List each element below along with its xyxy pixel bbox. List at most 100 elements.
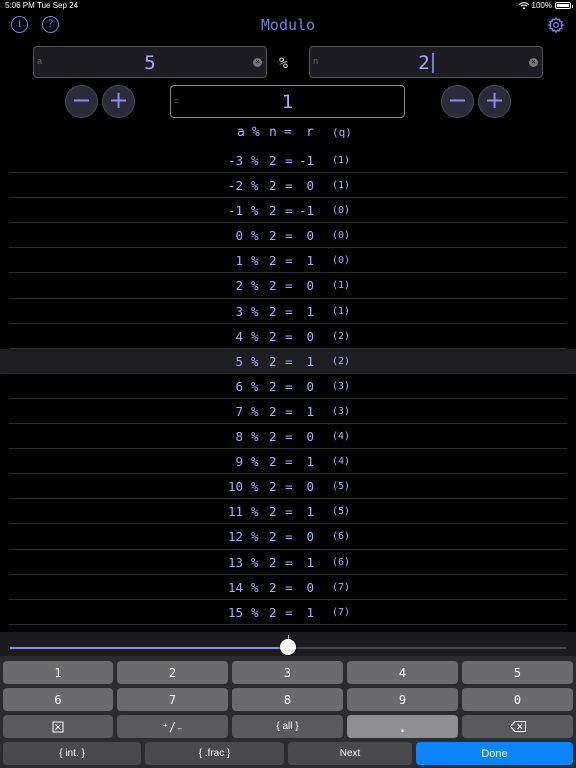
decrement-n-button[interactable]: − [441,85,474,118]
row-r: 1 [306,554,314,570]
results-list[interactable]: -3% 2 = -1 (1) -2% 2 = 0 (1) -1% 2 = -1 (0) 0% 2 = 0 (0) 1% 2… [0,148,576,626]
backspace-key[interactable] [462,715,573,738]
row-n: 2 [269,203,277,219]
fraction-part-key[interactable]: { .frac } [145,742,284,765]
slider-thumb[interactable] [280,639,296,655]
list-row[interactable]: 8% 2 = 0 (4) [0,424,576,450]
select-all-key[interactable]: { all } [232,715,343,738]
n-field[interactable]: n 2 × [309,46,543,78]
row-n: 2 [269,504,277,520]
key-2[interactable]: 2 [117,661,228,684]
list-row[interactable]: 9% 2 = 1 (4) [0,449,576,475]
row-eq: = [285,529,293,545]
row-q: (5) [332,506,351,518]
row-eq: = [285,454,293,470]
row-r: 1 [306,454,314,470]
row-r: 0 [306,378,314,394]
list-row[interactable]: -1% 2 = -1 (0) [0,198,576,224]
clear-key[interactable] [3,715,113,738]
row-a: 5 [235,353,243,369]
col-n: n [269,125,277,140]
list-row[interactable]: 3% 2 = 1 (1) [0,299,576,324]
row-a: 4 [235,328,243,344]
key-9[interactable]: 9 [347,688,458,711]
row-r: -1 [298,153,314,168]
list-row[interactable]: 6% 2 = 0 (3) [0,374,576,400]
col-eq: = [284,125,292,140]
col-r: r [306,125,314,140]
list-row[interactable]: 4% 2 = 0 (2) [0,324,576,349]
next-key[interactable]: Next [288,742,412,765]
slider-fill [10,647,288,649]
clear-n-icon[interactable]: × [529,58,538,67]
key-4[interactable]: 4 [347,661,458,684]
row-eq: = [285,278,293,294]
list-row[interactable]: 0% 2 = 0 (0) [0,223,576,249]
row-q: (2) [332,355,351,367]
col-op: % [252,125,260,140]
row-op: % [251,454,259,470]
integer-part-key[interactable]: { int. } [3,742,141,765]
list-row[interactable]: 11% 2 = 1 (5) [0,499,576,525]
list-row[interactable]: 12% 2 = 0 (6) [0,524,576,550]
list-row[interactable]: -3% 2 = -1 (1) [0,148,576,174]
decimal-point-key[interactable]: . [347,715,458,738]
row-op: % [251,303,259,319]
row-eq: = [285,378,293,394]
row-r: 1 [306,504,314,520]
row-eq: = [285,554,293,570]
row-a: 15 [227,604,243,620]
gear-icon[interactable] [547,16,565,34]
row-eq: = [285,328,293,344]
navigation-bar: i ? Modulo [0,12,576,42]
list-row[interactable]: -2% 2 = 0 (1) [0,173,576,199]
key-1[interactable]: 1 [3,661,113,684]
sign-toggle-key[interactable]: ⁺/₋ [117,715,228,738]
status-right: 100% [518,1,573,10]
decrement-a-button[interactable]: − [65,85,98,118]
row-n: 2 [269,178,277,194]
row-n: 2 [269,278,277,294]
done-key[interactable]: Done [416,742,573,765]
operator-label: % [279,54,289,72]
clear-square-icon [52,721,64,732]
result-value: 1 [281,91,294,113]
row-n: 2 [269,479,277,495]
key-3[interactable]: 3 [232,661,343,684]
clear-a-icon[interactable]: × [253,58,262,67]
row-q: (6) [332,556,351,568]
row-r: 1 [306,403,314,419]
row-op: % [251,353,259,369]
list-row[interactable]: 14% 2 = 0 (7) [0,575,576,600]
row-a: 6 [235,378,243,394]
list-row[interactable]: 15% 2 = 1 (7) [0,600,576,625]
text-caret [431,53,434,73]
a-field[interactable]: a 5 × [33,46,267,78]
row-op: % [251,479,259,495]
increment-a-button[interactable]: + [102,85,135,118]
key-0[interactable]: 0 [462,688,573,711]
row-n: 2 [269,378,277,394]
key-5[interactable]: 5 [462,661,573,684]
list-row[interactable]: 5% 2 = 1 (2) [0,348,576,374]
row-q: (1) [332,305,351,317]
row-eq: = [285,579,293,595]
list-row[interactable]: 7% 2 = 1 (3) [0,399,576,425]
n-value-wrap: 2 [310,52,542,74]
list-row[interactable]: 10% 2 = 0 (5) [0,474,576,500]
increment-n-button[interactable]: + [478,85,511,118]
key-6[interactable]: 6 [3,688,113,711]
key-7[interactable]: 7 [117,688,228,711]
row-q: (5) [332,481,351,493]
list-row[interactable]: 1% 2 = 1 (0) [0,248,576,274]
list-row[interactable]: 2% 2 = 0 (1) [0,273,576,299]
status-bar: 5:06 PM Tue Sep 24 100% [0,0,576,12]
row-q: (0) [332,205,351,217]
result-field: = 1 [170,85,405,118]
row-op: % [251,378,259,394]
list-row[interactable]: 13% 2 = 1 (6) [0,550,576,575]
key-8[interactable]: 8 [232,688,343,711]
row-op: % [251,203,259,219]
row-op: % [251,604,259,620]
row-q: (0) [332,230,351,242]
